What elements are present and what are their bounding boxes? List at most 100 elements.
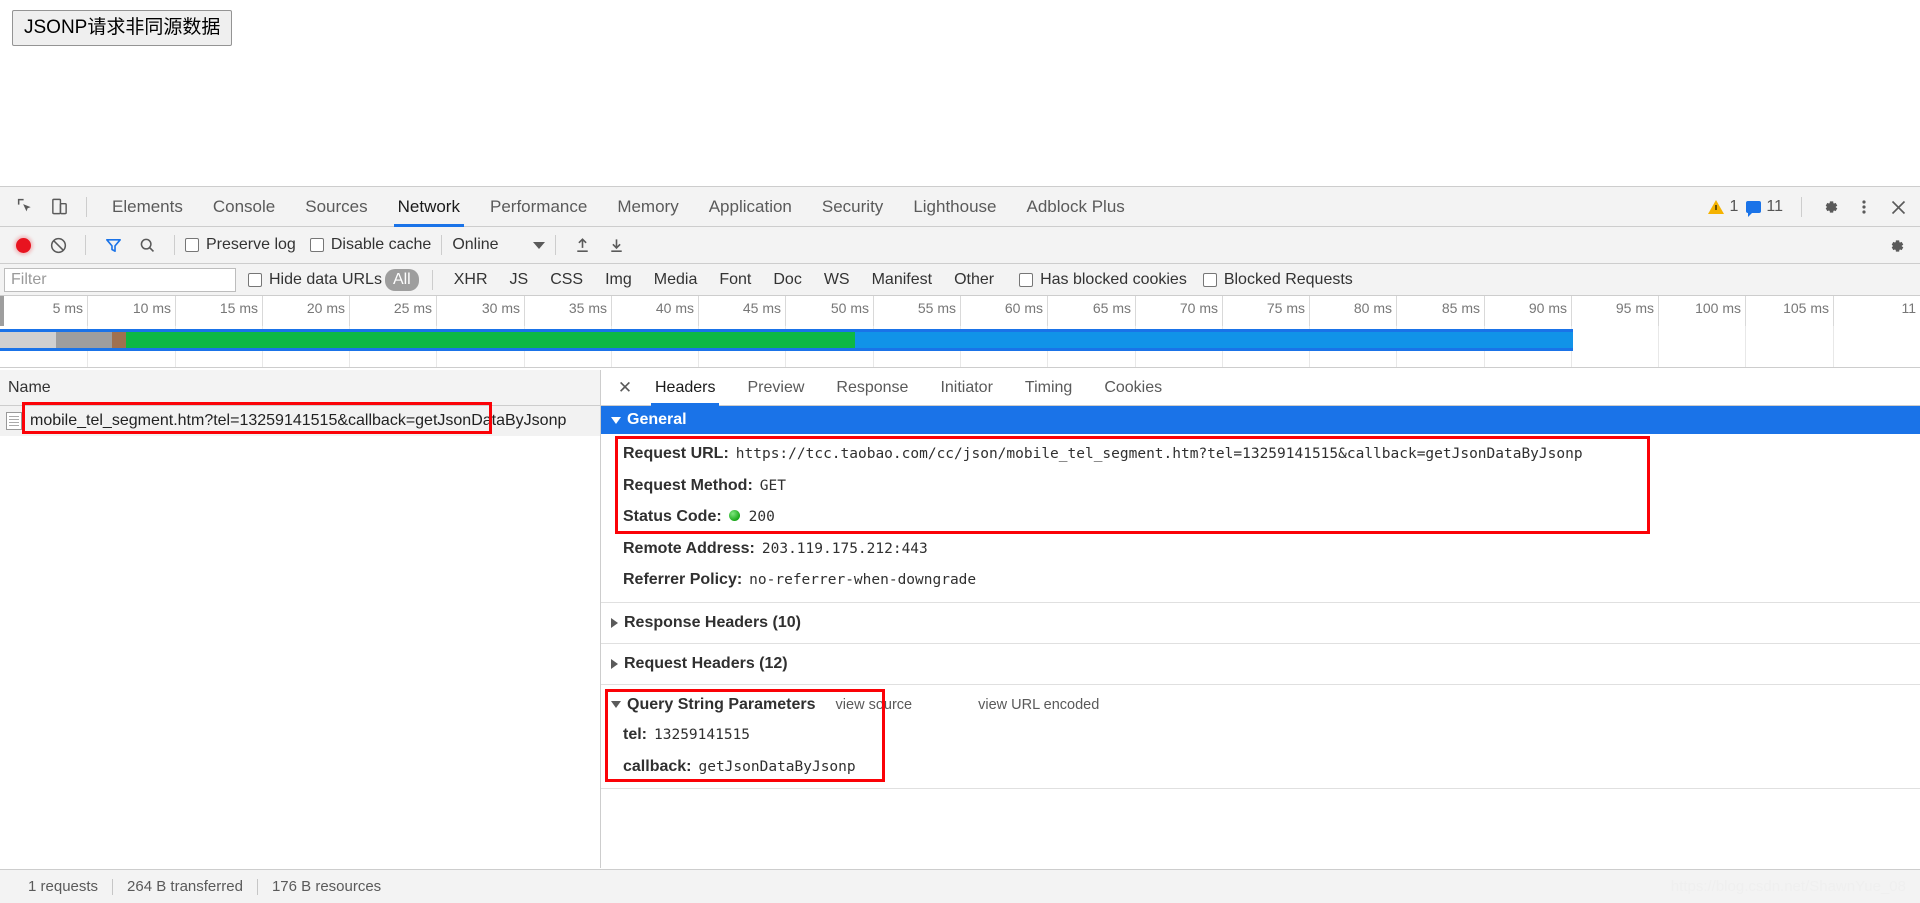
view-url-encoded-link[interactable]: view URL encoded [978, 697, 1099, 713]
chevron-right-icon [611, 658, 618, 669]
divider [601, 601, 1920, 603]
timeline-tick-label: 90 ms [1528, 300, 1567, 316]
field-referrer-policy: Referrer Policy: no-referrer-when-downgr… [601, 564, 1920, 596]
disable-cache-checkbox[interactable]: Disable cache [309, 236, 431, 254]
network-timeline-overview[interactable]: 5 ms 10 ms 15 ms 20 ms 25 ms 30 ms 35 ms 40 ms 4… [0, 296, 1920, 368]
record-button[interactable] [16, 237, 31, 253]
timeline-segment-idle [855, 332, 1573, 348]
tab-console[interactable]: Console [198, 187, 290, 227]
timeline-start-marker [0, 296, 4, 326]
timeline-tick: 105 ms [1783, 296, 1834, 326]
filter-type-css[interactable]: CSS [542, 269, 591, 291]
section-general[interactable]: General [601, 406, 1920, 434]
export-har-icon[interactable] [600, 228, 634, 262]
checkbox-box [309, 238, 324, 252]
timeline-gridline [1745, 326, 1746, 367]
network-panes: Name mobile_tel_segment.htm?tel=13259141… [0, 370, 1920, 868]
timeline-tick-label: 15 ms [219, 300, 258, 316]
timeline-tick: 10 ms [133, 296, 176, 326]
close-icon[interactable] [1882, 191, 1914, 223]
tab-network[interactable]: Network [383, 187, 475, 227]
clear-icon[interactable] [41, 228, 75, 262]
tab-adblock-plus[interactable]: Adblock Plus [1012, 187, 1140, 227]
tab-response[interactable]: Response [820, 370, 924, 406]
kebab-menu-icon[interactable] [1848, 191, 1880, 223]
tab-lighthouse[interactable]: Lighthouse [898, 187, 1011, 227]
message-count[interactable]: 11 [1746, 198, 1783, 217]
timeline-tick: 20 ms [307, 296, 350, 326]
devtools-tabstrip: Elements Console Sources Network Perform… [0, 187, 1920, 227]
column-header-name[interactable]: Name [0, 370, 600, 406]
tab-memory[interactable]: Memory [602, 187, 693, 227]
table-row[interactable]: mobile_tel_segment.htm?tel=13259141515&c… [0, 406, 600, 436]
checkbox-box [185, 238, 199, 252]
devtools-panel: Elements Console Sources Network Perform… [0, 186, 1920, 903]
throttling-select[interactable]: Online [452, 236, 545, 254]
tab-elements[interactable]: Elements [97, 187, 198, 227]
toolbar-divider-right [1801, 197, 1802, 217]
hide-data-urls-checkbox[interactable]: Hide data URLs [248, 271, 382, 289]
filter-type-xhr[interactable]: XHR [446, 269, 496, 291]
network-settings-gear-icon[interactable] [1880, 230, 1912, 262]
gear-icon[interactable] [1814, 191, 1846, 223]
timeline-tick: 30 ms [482, 296, 525, 326]
tab-performance[interactable]: Performance [475, 187, 602, 227]
warning-count-value: 1 [1729, 198, 1739, 215]
view-source-link[interactable]: view source [836, 697, 913, 713]
timeline-tick: 60 ms [1005, 296, 1048, 326]
inspect-element-icon[interactable] [8, 190, 42, 224]
filter-type-other[interactable]: Other [946, 269, 1002, 291]
section-response-headers[interactable]: Response Headers (10) [601, 609, 1920, 637]
filter-type-doc[interactable]: Doc [765, 269, 809, 291]
status-ok-icon [728, 510, 740, 522]
filter-type-media[interactable]: Media [646, 269, 706, 291]
close-detail-icon[interactable]: ✕ [611, 378, 639, 398]
tab-security[interactable]: Security [807, 187, 898, 227]
tab-sources[interactable]: Sources [290, 187, 382, 227]
filter-type-manifest[interactable]: Manifest [864, 269, 940, 291]
document-icon [6, 412, 22, 430]
throttling-value: Online [452, 236, 499, 253]
filter-divider [431, 269, 433, 290]
section-request-headers[interactable]: Request Headers (12) [601, 650, 1920, 678]
tab-timing[interactable]: Timing [1009, 370, 1088, 406]
section-query-string[interactable]: Query String Parameters view source view… [601, 691, 1920, 719]
timeline-tick-label: 25 ms [393, 300, 432, 316]
device-toolbar-icon[interactable] [42, 190, 76, 224]
divider [601, 788, 1920, 790]
preserve-log-label: Preserve log [206, 236, 296, 253]
blocked-requests-checkbox[interactable]: Blocked Requests [1202, 271, 1353, 289]
field-remote-address: Remote Address: 203.119.175.212:443 [601, 533, 1920, 565]
field-key: Remote Address: [623, 539, 755, 557]
filter-type-all[interactable]: All [384, 268, 419, 291]
filter-type-font[interactable]: Font [711, 269, 759, 291]
field-value: 200 [748, 509, 775, 526]
filter-type-ws[interactable]: WS [816, 269, 858, 291]
request-detail-pane: ✕ Headers Preview Response Initiator Tim… [601, 370, 1920, 868]
preserve-log-checkbox[interactable]: Preserve log [185, 236, 296, 254]
filter-type-js[interactable]: JS [502, 269, 537, 291]
query-string-block: Query String Parameters view source view… [601, 688, 1920, 782]
tab-initiator[interactable]: Initiator [924, 370, 1008, 406]
filter-input[interactable] [4, 267, 236, 292]
tab-preview[interactable]: Preview [731, 370, 820, 406]
tab-headers[interactable]: Headers [639, 370, 731, 406]
divider [601, 642, 1920, 644]
checkbox-box [1202, 272, 1217, 287]
warning-count[interactable]: 1 [1708, 198, 1738, 216]
section-response-headers-label: Response Headers (10) [624, 613, 801, 631]
import-har-icon[interactable] [566, 228, 600, 262]
jsonp-request-button[interactable]: JSONP请求非同源数据 [12, 10, 233, 46]
divider [601, 683, 1920, 685]
tab-application[interactable]: Application [694, 187, 807, 227]
filter-icon[interactable] [96, 228, 130, 262]
timeline-tick-label: 95 ms [1615, 300, 1654, 316]
search-icon[interactable] [130, 228, 164, 262]
timeline-segment-loading [126, 332, 855, 348]
param-value: 13259141515 [654, 726, 751, 743]
param-key: callback: [623, 757, 692, 775]
timeline-tick: 25 ms [394, 296, 437, 326]
tab-cookies[interactable]: Cookies [1088, 370, 1178, 406]
has-blocked-cookies-checkbox[interactable]: Has blocked cookies [1019, 271, 1187, 289]
filter-type-img[interactable]: Img [597, 269, 640, 291]
